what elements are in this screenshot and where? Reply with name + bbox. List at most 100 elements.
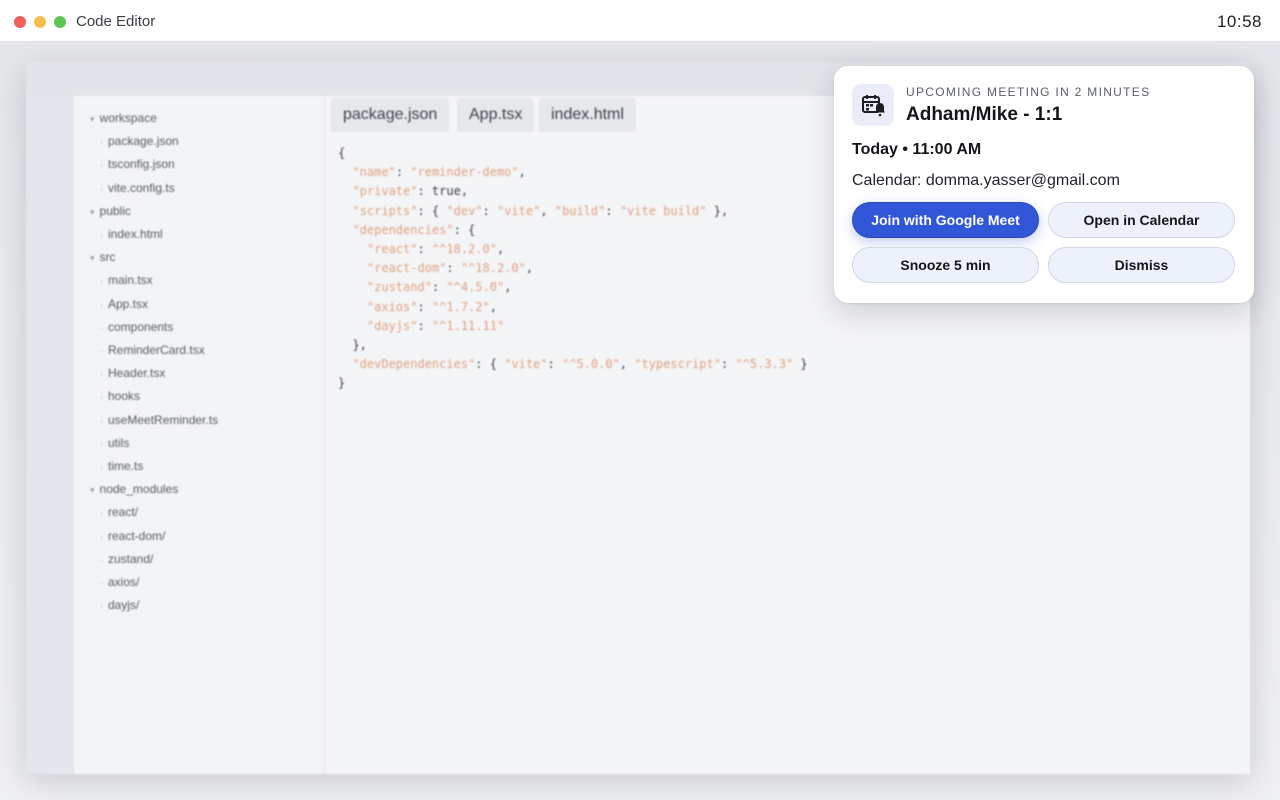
tree-bullet-icon: ·	[100, 392, 103, 403]
tree-bullet-icon: ·	[100, 438, 103, 449]
explorer-item-label: public	[99, 203, 131, 218]
explorer-item[interactable]: · useMeetReminder.ts	[100, 413, 218, 427]
explorer-item[interactable]: · vite.config.ts	[100, 181, 175, 195]
tree-bullet-icon: ·	[100, 160, 103, 171]
explorer-item-label: dayjs/	[108, 598, 140, 613]
explorer-item-label: components	[108, 319, 174, 334]
explorer-item-label: Header.tsx	[108, 366, 166, 381]
explorer-item-label: zustand/	[108, 551, 154, 566]
explorer-item[interactable]: ▾ workspace	[90, 111, 157, 125]
tree-bullet-icon: ·	[100, 276, 103, 287]
tree-bullet-icon: ▾	[90, 206, 95, 217]
explorer-item-label: useMeetReminder.ts	[108, 412, 219, 427]
code-line: "axios": "^1.7.2",	[366, 299, 497, 314]
dismiss-button[interactable]: Dismiss	[1048, 247, 1235, 283]
code-line: "dependencies": {	[352, 222, 476, 237]
tree-bullet-icon: ▾	[90, 114, 95, 124]
explorer-item[interactable]: · main.tsx	[100, 273, 153, 287]
explorer-item-label: main.tsx	[108, 273, 153, 288]
tree-bullet-icon: ·	[100, 346, 103, 356]
explorer-item-label: hooks	[108, 389, 141, 404]
explorer-item[interactable]: ▾ src	[90, 250, 116, 264]
join-google-meet-button[interactable]: Join with Google Meet	[852, 202, 1039, 238]
explorer-item-label: index.html	[108, 227, 163, 241]
tree-bullet-icon: ·	[100, 578, 103, 588]
tree-bullet-icon: ·	[100, 508, 103, 519]
tree-bullet-icon: ·	[100, 299, 103, 310]
explorer-item-label: axios/	[108, 575, 140, 589]
tree-bullet-icon: ▾	[90, 253, 95, 264]
tab-package-json[interactable]: package.json	[331, 98, 450, 132]
tree-bullet-icon: ·	[100, 415, 103, 426]
code-line: "scripts": { "dev": "vite", "build": "vi…	[352, 203, 729, 218]
code-line: "private": true,	[352, 184, 469, 199]
tree-bullet-icon: ·	[100, 531, 103, 542]
explorer-item[interactable]: · dayjs/	[100, 598, 139, 612]
explorer-item[interactable]: · react-dom/	[100, 529, 165, 543]
tree-bullet-icon: ·	[100, 462, 103, 472]
explorer-item[interactable]: · zustand/	[100, 552, 153, 566]
close-window-button[interactable]	[14, 16, 26, 28]
explorer-item[interactable]: · axios/	[100, 575, 139, 589]
explorer-item-label: react/	[108, 505, 139, 520]
tree-bullet-icon: ·	[100, 137, 103, 148]
activity-bar	[26, 96, 74, 774]
explorer-item[interactable]: ▾ public	[90, 204, 131, 218]
open-in-calendar-button[interactable]: Open in Calendar	[1048, 202, 1235, 238]
explorer-item-label: tsconfig.json	[108, 157, 175, 172]
code-line: }	[338, 376, 346, 391]
tree-bullet-icon: ·	[100, 369, 103, 380]
explorer-item[interactable]: · App.tsx	[100, 297, 148, 311]
code-line: "name": "reminder-demo",	[352, 165, 526, 180]
explorer-item-label: App.tsx	[108, 296, 149, 311]
meeting-time: Today • 11:00 AM	[852, 141, 982, 158]
explorer-item[interactable]: · react/	[100, 505, 138, 519]
tree-bullet-icon: ▾	[90, 485, 95, 496]
explorer-item[interactable]: · utils	[100, 436, 129, 450]
maximize-window-button[interactable]	[54, 16, 66, 28]
tree-bullet-icon: ·	[100, 230, 103, 240]
meeting-notification: UPCOMING MEETING IN 2 MINUTES Adham/Mike…	[834, 66, 1254, 303]
code-line: "dayjs": "^1.11.11"	[366, 318, 505, 333]
explorer-item-label: utils	[108, 435, 130, 450]
explorer-item[interactable]: ▾ node_modules	[90, 482, 178, 496]
explorer-item[interactable]: · tsconfig.json	[100, 157, 175, 171]
tree-bullet-icon: ·	[100, 601, 103, 612]
code-line: "react": "^18.2.0",	[366, 242, 505, 256]
explorer-item[interactable]: · hooks	[100, 389, 140, 403]
minimize-window-button[interactable]	[34, 16, 46, 28]
file-explorer: ▾ workspace · package.json · tsconfig.json · vi…	[74, 96, 325, 774]
meeting-title: Adham/Mike - 1:1	[906, 104, 1063, 125]
notification-eyebrow: UPCOMING MEETING IN 2 MINUTES	[906, 85, 1151, 99]
code-line: {	[338, 146, 346, 160]
explorer-item[interactable]: · Header.tsx	[100, 366, 165, 380]
window-titlebar: Code Editor 10:58	[0, 0, 1280, 42]
calendar-bell-icon	[852, 84, 894, 126]
explorer-item-label: ReminderCard.tsx	[108, 343, 205, 357]
code-line: "react-dom": "^18.2.0",	[366, 261, 534, 276]
explorer-item-label: node_modules	[99, 482, 179, 497]
tree-bullet-icon: ·	[100, 322, 103, 333]
explorer-item-label: workspace	[99, 111, 157, 125]
snooze-button[interactable]: Snooze 5 min	[852, 247, 1039, 283]
tab-index-html[interactable]: index.html	[539, 98, 636, 132]
explorer-item-label: time.ts	[108, 459, 144, 473]
explorer-item[interactable]: · ReminderCard.tsx	[100, 343, 205, 357]
tree-bullet-icon: ·	[100, 183, 103, 194]
tree-bullet-icon: ·	[100, 554, 103, 565]
tab-app-tsx[interactable]: App.tsx	[457, 98, 535, 132]
code-line: "devDependencies": { "vite": "^5.0.0", "…	[352, 357, 808, 372]
code-line: "zustand": "^4.5.0",	[366, 280, 512, 295]
explorer-item[interactable]: · time.ts	[100, 459, 143, 473]
code-line: },	[338, 338, 367, 352]
explorer-item-label: react-dom/	[108, 528, 166, 543]
explorer-item[interactable]: · package.json	[100, 134, 179, 148]
app-title: Code Editor	[76, 13, 156, 30]
explorer-item[interactable]: · index.html	[100, 227, 163, 241]
explorer-item-label: package.json	[108, 134, 179, 149]
explorer-item-label: vite.config.ts	[108, 180, 175, 195]
meeting-calendar: Calendar: domma.yasser@gmail.com	[852, 172, 1120, 189]
explorer-item[interactable]: · components	[100, 320, 173, 334]
explorer-item-label: src	[99, 250, 116, 265]
clock: 10:58	[1216, 12, 1262, 31]
